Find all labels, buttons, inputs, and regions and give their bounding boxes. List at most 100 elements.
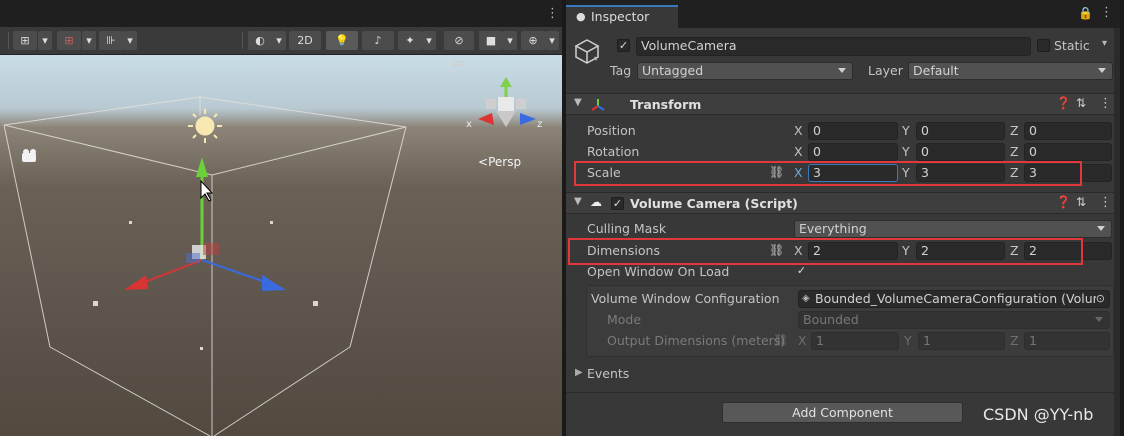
rotation-z-input[interactable]: 0 — [1024, 143, 1112, 161]
help-icon[interactable]: ❓ — [1056, 195, 1071, 209]
presets-icon[interactable]: ⇅ — [1076, 195, 1086, 209]
tag-dropdown[interactable]: Untagged — [637, 62, 853, 80]
object-name-input[interactable]: VolumeCamera — [636, 37, 1031, 56]
presets-icon[interactable]: ⇅ — [1076, 96, 1086, 110]
volume-camera-enabled-checkbox[interactable]: ✓ — [611, 197, 624, 210]
chevron-down-icon — [838, 68, 846, 73]
more-options-icon[interactable]: ⋮ — [1099, 96, 1112, 111]
layer-label: Layer — [868, 63, 903, 78]
tab-inspector-label: Inspector — [591, 9, 650, 24]
inspector-tab-bar: ● Inspector 🔒 ⋮ — [566, 0, 1120, 28]
position-label: Position — [587, 123, 636, 138]
culling-mask-dropdown[interactable]: Everything — [794, 220, 1112, 238]
lock-icon[interactable]: 🔒 — [1078, 6, 1093, 20]
hidden-objects-icon[interactable]: ⊘ — [444, 31, 474, 50]
chevron-down-icon[interactable]: ▾ — [82, 31, 96, 50]
dimensions-highlight-box — [568, 238, 1083, 265]
2d-toggle-button[interactable]: 2D — [289, 31, 321, 50]
mode-dropdown: Bounded — [798, 311, 1110, 329]
volume-wireframe-box — [3, 96, 407, 436]
chevron-down-icon[interactable]: ▾ — [272, 31, 286, 50]
tag-value: Untagged — [642, 63, 704, 78]
grid-snap-icon[interactable]: ⊞ — [57, 31, 81, 50]
perspective-label[interactable]: <Persp — [478, 155, 521, 169]
rotation-label: Rotation — [587, 144, 640, 159]
inspector-scrollbar[interactable] — [1114, 28, 1120, 436]
volume-bound-points — [93, 221, 318, 350]
audio-toggle-icon[interactable]: ♪ — [362, 31, 394, 50]
layer-dropdown[interactable]: Default — [908, 62, 1113, 80]
open-window-checkbox[interactable]: ✓ — [795, 265, 808, 278]
tab-inspector[interactable]: ● Inspector — [566, 5, 678, 28]
chevron-down-icon — [1095, 317, 1103, 322]
directional-light-icon — [188, 109, 222, 143]
static-checkbox[interactable] — [1037, 39, 1050, 52]
position-x-axis-label: X — [794, 123, 803, 138]
scene-view[interactable]: ⋮ ⊞ ▾ ⊞ ▾ ⊪ ▾ ◐ ▾ 2D 💡 ♪ ✦ ▾ ⊘ ■ ▾ ⊕ ▾ x… — [0, 0, 562, 436]
chevron-down-icon[interactable]: ▾ — [123, 31, 137, 50]
more-options-icon[interactable]: ⋮ — [1100, 5, 1113, 20]
add-component-button[interactable]: Add Component — [722, 402, 963, 423]
events-label[interactable]: Events — [587, 366, 629, 381]
volume-camera-title: Volume Camera (Script) — [630, 196, 798, 211]
effects-icon[interactable]: ✦ — [398, 31, 422, 50]
position-z-input[interactable]: 0 — [1024, 122, 1112, 140]
gizmo-z-label: z — [537, 119, 543, 130]
camera-icon — [22, 149, 36, 162]
position-x-input[interactable]: 0 — [808, 122, 898, 140]
more-options-icon[interactable]: ⋮ — [1099, 195, 1112, 210]
help-icon[interactable]: ❓ — [1056, 96, 1071, 110]
chevron-down-icon — [1098, 68, 1106, 73]
watermark-text: CSDN @YY-nb — [983, 405, 1094, 424]
transform-icon — [591, 99, 605, 111]
position-y-input[interactable]: 0 — [916, 122, 1005, 140]
increment-snap-icon[interactable]: ⊪ — [99, 31, 123, 50]
chevron-down-icon[interactable]: ▾ — [1102, 38, 1107, 49]
draw-mode-icon[interactable]: ◐ — [248, 31, 272, 50]
culling-mask-label: Culling Mask — [587, 221, 667, 236]
scene-canvas — [3, 61, 536, 436]
scene-viewport[interactable]: x z <Persp — [0, 55, 562, 436]
tag-label: Tag — [610, 63, 632, 78]
object-picker-icon[interactable]: ⊙ — [1095, 291, 1105, 307]
foldout-arrow-icon[interactable]: ▼ — [574, 196, 582, 207]
link-icon: ⛓ — [773, 333, 789, 347]
chevron-down-icon[interactable]: ▾ — [38, 31, 52, 50]
divider — [566, 392, 1120, 393]
rotation-x-input[interactable]: 0 — [808, 143, 898, 161]
lighting-toggle-icon[interactable]: 💡 — [326, 31, 358, 50]
rotation-y-input[interactable]: 0 — [916, 143, 1005, 161]
layer-value: Default — [913, 63, 959, 78]
pivot-tool-icon[interactable]: ⊞ — [13, 31, 37, 50]
gizmos-icon[interactable]: ⊕ — [521, 31, 545, 50]
foldout-arrow-icon[interactable]: ▶ — [575, 367, 583, 378]
position-y-axis-label: Y — [902, 123, 910, 138]
transform-header[interactable]: ▼ Transform ❓ ⇅ ⋮ — [566, 93, 1120, 115]
more-options-icon[interactable]: ⋮ — [546, 6, 559, 21]
active-checkbox[interactable]: ✓ — [617, 39, 630, 52]
chevron-down-icon[interactable]: ▾ — [594, 54, 598, 63]
chevron-down-icon[interactable]: ▾ — [422, 31, 436, 50]
config-object-field[interactable]: ◈ Bounded_VolumeCameraConfiguration (Vol… — [798, 290, 1110, 308]
config-label: Volume Window Configuration — [591, 291, 780, 306]
output-x-axis-label: X — [798, 333, 807, 348]
rotation-x-axis-label: X — [794, 144, 803, 159]
scriptable-object-icon: ◈ — [802, 293, 810, 304]
output-dimensions-label: Output Dimensions (meters) — [607, 333, 786, 348]
info-icon: ● — [576, 10, 586, 23]
volume-camera-header[interactable]: ▼ ☁ ✓ Volume Camera (Script) ❓ ⇅ ⋮ — [566, 192, 1120, 214]
inspector-panel: ● Inspector 🔒 ⋮ ▾ ✓ VolumeCamera Static … — [564, 0, 1120, 436]
culling-mask-value: Everything — [799, 221, 867, 236]
foldout-arrow-icon[interactable]: ▼ — [574, 97, 582, 108]
rotation-y-axis-label: Y — [902, 144, 910, 159]
output-y-input: 1 — [918, 332, 1005, 350]
chevron-down-icon[interactable]: ▾ — [503, 31, 517, 50]
toolbar-separator — [242, 32, 243, 49]
chevron-down-icon — [1097, 226, 1105, 231]
move-gizmo — [124, 157, 286, 291]
camera-settings-icon[interactable]: ■ — [479, 31, 503, 50]
output-x-input: 1 — [811, 332, 899, 350]
config-value: Bounded_VolumeCameraConfiguration (Volum — [815, 291, 1105, 306]
chevron-down-icon[interactable]: ▾ — [545, 31, 559, 50]
output-z-axis-label: Z — [1010, 333, 1019, 348]
